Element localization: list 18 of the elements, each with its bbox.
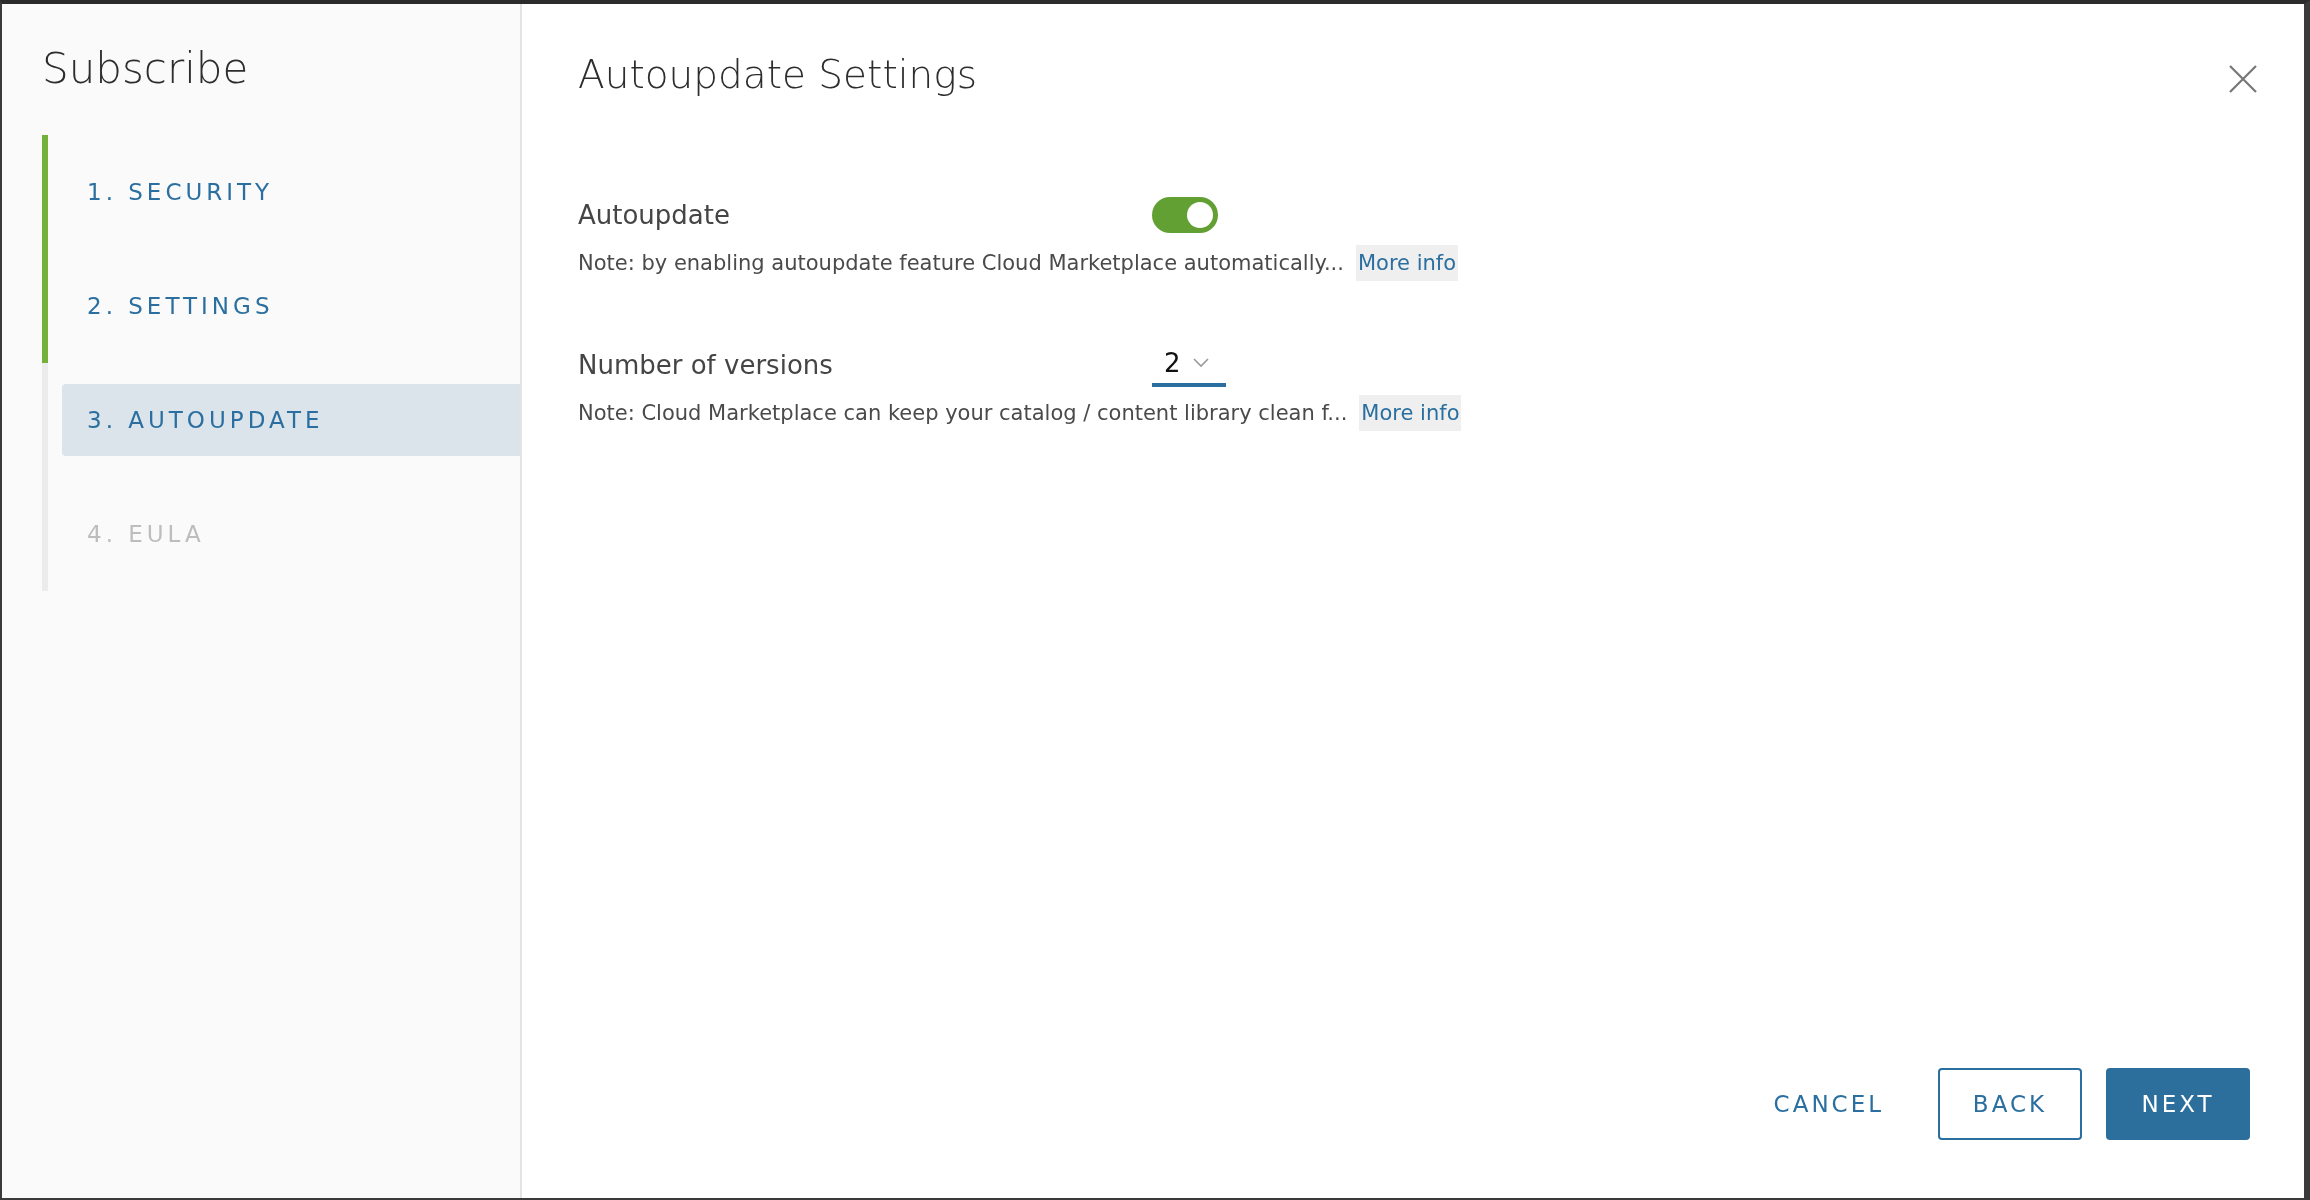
caret-icon <box>1192 358 1209 368</box>
step-item[interactable]: 1. SECURITY <box>62 156 520 228</box>
note-text: Note: Cloud Marketplace can keep your catalog / content library clean f... <box>578 401 1348 425</box>
toggle-switch[interactable] <box>1152 197 1218 233</box>
step-item[interactable]: 3. AUTOUPDATE <box>62 384 520 456</box>
field-label: Number of versions <box>578 350 834 380</box>
close-icon[interactable] <box>2228 64 2258 94</box>
field-label: Autoupdate <box>578 200 731 230</box>
more-info-link[interactable]: More info <box>1355 245 1459 281</box>
note-text: Note: by enabling autoupdate feature Cloud Marketplace automatically... <box>578 251 1344 275</box>
wizard-title: Subscribe <box>42 44 250 93</box>
versions-select[interactable]: 2 <box>1152 343 1226 387</box>
step-item[interactable]: 2. SETTINGS <box>62 270 520 342</box>
page-title: Autoupdate Settings <box>578 52 977 97</box>
next-button[interactable]: NEXT <box>2106 1068 2250 1140</box>
cancel-button[interactable]: CANCEL <box>1743 1068 1914 1140</box>
back-button[interactable]: BACK <box>1938 1068 2082 1140</box>
more-info-link[interactable]: More info <box>1359 395 1462 431</box>
